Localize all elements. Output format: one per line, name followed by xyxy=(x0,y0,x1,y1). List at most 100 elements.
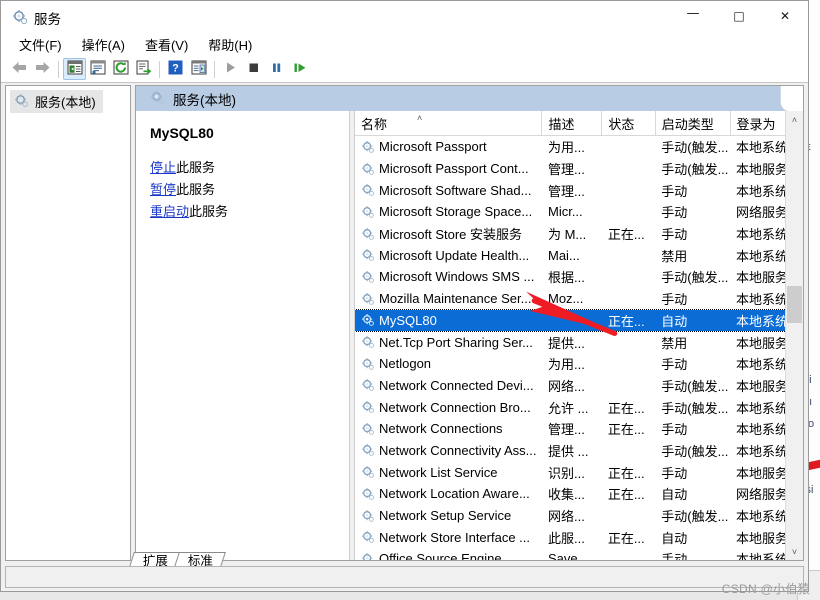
action-pane-icon xyxy=(191,60,207,78)
sort-ascending-icon: ˄ xyxy=(417,113,423,123)
cell-service-name: Network Setup Service xyxy=(355,505,542,527)
tree-item-label: 服务(本地) xyxy=(35,95,96,110)
scroll-up-button[interactable]: ˄ xyxy=(786,111,803,128)
stop-service-link[interactable]: 停止此服务 xyxy=(150,157,339,176)
cell-startup-type: 手动 xyxy=(661,465,688,481)
cell-startup-type: 手动 xyxy=(661,357,688,373)
scrollbar-thumb[interactable] xyxy=(787,286,802,323)
cell-description: 提供... xyxy=(547,335,585,351)
menu-action[interactable]: 操作(A) xyxy=(72,32,135,57)
start-service-button[interactable] xyxy=(219,58,242,80)
table-row[interactable]: Netlogon 为用... 手动 本地系统 xyxy=(355,353,800,375)
table-row[interactable]: Microsoft Storage Space... Micr... 手动 网络服务 xyxy=(355,201,800,223)
cell-service-name: Network Connected Devi... xyxy=(355,375,542,397)
cell-startup-type: 手动 xyxy=(661,205,688,221)
cell-status xyxy=(602,288,655,310)
cell-startup-type: 自动 xyxy=(661,530,688,546)
menu-file[interactable]: 文件(F) xyxy=(9,32,72,57)
refresh-icon xyxy=(113,60,129,78)
cell-startup-type: 手动(触发... xyxy=(661,378,729,394)
cell-description: 收集... xyxy=(547,487,585,503)
services-gear-icon xyxy=(150,90,165,108)
cell-status: 正在... xyxy=(601,309,656,332)
cell-description: 识别... xyxy=(547,465,585,481)
panes: 服务(本地) 服务(本地) MySQL80 停止此服务 暂停此服务 重启动此服务… xyxy=(5,85,804,561)
window-body: 服务(本地) 服务(本地) MySQL80 停止此服务 暂停此服务 重启动此服务… xyxy=(1,83,808,591)
table-row[interactable]: Network Location Aware... 收集... 正在... 自动 网络服… xyxy=(355,483,800,505)
table-row[interactable]: Microsoft Passport 为用... 手动(触发... 本地系统 xyxy=(355,136,800,158)
tree-item-services-local[interactable]: 服务(本地) xyxy=(10,90,103,113)
table-row[interactable]: Network Store Interface ... 此服... 正在... 自动本… xyxy=(355,526,800,548)
column-header-name[interactable]: 名称 ˄ xyxy=(355,111,543,136)
table-row[interactable]: Network Connectivity Ass... 提供 ... 手动(触发..… xyxy=(355,440,800,462)
cell-service-name: Microsoft Passport xyxy=(355,136,542,158)
maximize-button[interactable]: □ xyxy=(716,1,762,31)
forward-button[interactable] xyxy=(31,58,54,80)
close-button[interactable]: ✕ xyxy=(762,1,808,31)
restart-service-link-text[interactable]: 重启动 xyxy=(150,204,189,219)
cell-status xyxy=(602,136,655,158)
vertical-scrollbar[interactable]: ˄ ˅ xyxy=(785,111,803,560)
table-row[interactable]: Microsoft Windows SMS ... 根据... 手动(触发... 本地… xyxy=(355,266,800,288)
properties-button[interactable] xyxy=(86,58,109,80)
cell-status xyxy=(602,266,655,288)
cell-startup-type: 手动(触发... xyxy=(661,270,729,286)
services-list-pane: 服务(本地) MySQL80 停止此服务 暂停此服务 重启动此服务 名称 ˄ 描… xyxy=(135,85,804,561)
table-row[interactable]: Office Source Engine Save 手动 本地系统 xyxy=(355,548,800,560)
table-row[interactable]: Microsoft Store 安装服务为 M... 正在... 手动 本地系统 xyxy=(355,223,800,245)
show-hide-tree-button[interactable] xyxy=(63,58,86,80)
column-header-description[interactable]: 描述 xyxy=(541,111,603,136)
cell-description: 此服... xyxy=(547,530,585,546)
cell-description: 管理... xyxy=(547,183,585,199)
close-icon: ✕ xyxy=(779,9,791,23)
arrow-left-icon xyxy=(11,61,28,77)
menu-view[interactable]: 查看(V) xyxy=(135,32,198,57)
table-row[interactable]: Network Connections 管理... 正在... 手动 本地系统 xyxy=(355,418,800,440)
cell-status xyxy=(602,375,655,397)
window-title: 服务 xyxy=(34,12,61,27)
pause-service-link-suffix: 此服务 xyxy=(176,182,216,197)
table-header-row: 名称 ˄ 描述 状态 启动类型 登录为 xyxy=(355,111,801,136)
table-row[interactable]: Net.Tcp Port Sharing Ser... 提供... 禁用 本地服务 xyxy=(355,331,800,353)
toolbar-separator-3 xyxy=(214,60,215,78)
stop-service-button[interactable] xyxy=(242,58,265,80)
cell-startup-type: 手动 xyxy=(661,227,688,243)
restart-service-button[interactable] xyxy=(288,58,311,80)
stop-service-link-text[interactable]: 停止 xyxy=(150,160,176,175)
cell-service-name: Microsoft Update Health... xyxy=(355,244,542,266)
pause-service-link[interactable]: 暂停此服务 xyxy=(150,179,339,198)
cell-startup-type: 手动(触发... xyxy=(661,140,729,156)
table-row[interactable]: Network Connection Bro... 允许 ... 正在... 手动(触… xyxy=(355,396,800,418)
table-row[interactable]: Network List Service 识别... 正在... 手动 本地服务 xyxy=(355,461,800,483)
table-row[interactable]: Mozilla Maintenance Ser... Moz... 手动 本地系统 xyxy=(355,288,800,310)
menu-help[interactable]: 帮助(H) xyxy=(198,32,262,57)
table-row[interactable]: Microsoft Passport Cont... 管理... 手动(触发... 本… xyxy=(355,158,800,180)
menu-bar: 文件(F) 操作(A) 查看(V) 帮助(H) xyxy=(1,32,808,56)
export-list-button[interactable] xyxy=(132,58,155,80)
minimize-button[interactable]: — xyxy=(670,1,716,31)
refresh-button[interactable] xyxy=(109,58,132,80)
cell-startup-type: 手动 xyxy=(661,422,688,438)
list-header-label: 服务(本地) xyxy=(173,92,236,108)
cell-status xyxy=(602,353,655,375)
column-header-status[interactable]: 状态 xyxy=(601,111,656,136)
table-row[interactable]: Network Connected Devi... 网络... 手动(触发... 本地… xyxy=(355,375,800,397)
restart-service-link[interactable]: 重启动此服务 xyxy=(150,201,339,220)
show-action-pane-button[interactable] xyxy=(187,58,210,80)
cell-service-name: Microsoft Storage Space... xyxy=(355,201,542,223)
table-row[interactable]: Microsoft Software Shad... 管理... 手动 本地系统 xyxy=(355,179,800,201)
scroll-down-button[interactable]: ˅ xyxy=(786,543,803,560)
pause-service-button[interactable] xyxy=(265,58,288,80)
pause-service-link-text[interactable]: 暂停 xyxy=(150,182,176,197)
cell-service-name: Network Connection Bro... xyxy=(355,396,542,418)
cell-startup-type: 禁用 xyxy=(661,335,688,351)
table-row[interactable]: Network Setup Service 网络... 手动(触发... 本地系统 xyxy=(355,505,800,527)
cell-service-name: Microsoft Windows SMS ... xyxy=(355,266,542,288)
cell-status: 正在... xyxy=(607,487,645,503)
table-row[interactable]: MySQL80 正在... 自动 本地系统 xyxy=(355,308,801,333)
table-row[interactable]: Microsoft Update Health... Mai... 禁用 本地系统 xyxy=(355,244,800,266)
cell-status xyxy=(602,201,655,223)
column-header-startup-type[interactable]: 启动类型 xyxy=(655,111,731,136)
back-button[interactable] xyxy=(8,58,31,80)
help-button[interactable]: ? xyxy=(164,58,187,80)
